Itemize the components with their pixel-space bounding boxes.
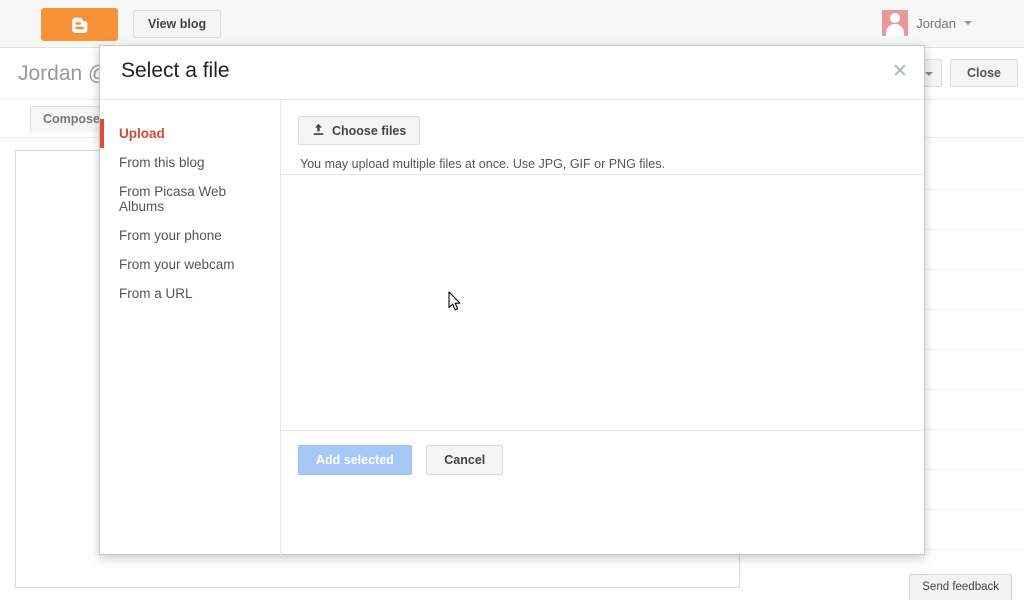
- dialog-sidebar: Upload From this blog From Picasa Web Al…: [100, 100, 281, 555]
- choose-files-button[interactable]: Choose files: [298, 116, 421, 145]
- upload-hint-text: You may upload multiple files at once. U…: [300, 157, 665, 171]
- mouse-cursor: [448, 291, 462, 312]
- dialog-header: Select a file ✕: [100, 46, 924, 100]
- close-button[interactable]: Close: [949, 59, 1018, 87]
- sidebar-item-from-a-url[interactable]: From a URL: [100, 279, 280, 308]
- sidebar-item-from-picasa-web-albums[interactable]: From Picasa Web Albums: [100, 177, 280, 221]
- dialog-title: Select a file: [121, 59, 230, 82]
- send-feedback-button[interactable]: Send feedback: [909, 574, 1012, 600]
- upload-icon: [312, 123, 325, 139]
- user-name-label: Jordan: [916, 15, 956, 31]
- page-title: Jordan @: [18, 62, 110, 85]
- choose-files-label: Choose files: [332, 123, 407, 138]
- chevron-down-icon: [964, 21, 972, 25]
- sidebar-item-upload[interactable]: Upload: [100, 119, 280, 148]
- top-bar: View blog Jordan: [0, 0, 1024, 48]
- close-icon[interactable]: ✕: [890, 62, 910, 82]
- upload-controls: Choose files You may upload multiple fil…: [282, 100, 924, 175]
- select-a-file-dialog: Select a file ✕ Upload From this blog Fr…: [99, 45, 925, 555]
- dialog-body: Upload From this blog From Picasa Web Al…: [100, 100, 924, 555]
- sidebar-item-from-your-webcam[interactable]: From your webcam: [100, 250, 280, 279]
- view-blog-button[interactable]: View blog: [133, 10, 222, 38]
- user-menu[interactable]: Jordan: [882, 10, 972, 36]
- avatar-body-shape: [886, 24, 905, 36]
- avatar: [882, 10, 909, 36]
- add-selected-button[interactable]: Add selected: [298, 445, 412, 475]
- chevron-down-icon: [925, 72, 933, 76]
- blogger-logo-icon: [69, 14, 91, 36]
- sidebar-item-from-this-blog[interactable]: From this blog: [100, 148, 280, 177]
- cancel-button[interactable]: Cancel: [426, 445, 504, 475]
- dialog-footer: Add selected Cancel: [282, 430, 924, 500]
- sidebar-item-from-your-phone[interactable]: From your phone: [100, 221, 280, 250]
- blogger-logo-button[interactable]: [41, 8, 118, 41]
- avatar-head-shape: [890, 13, 901, 23]
